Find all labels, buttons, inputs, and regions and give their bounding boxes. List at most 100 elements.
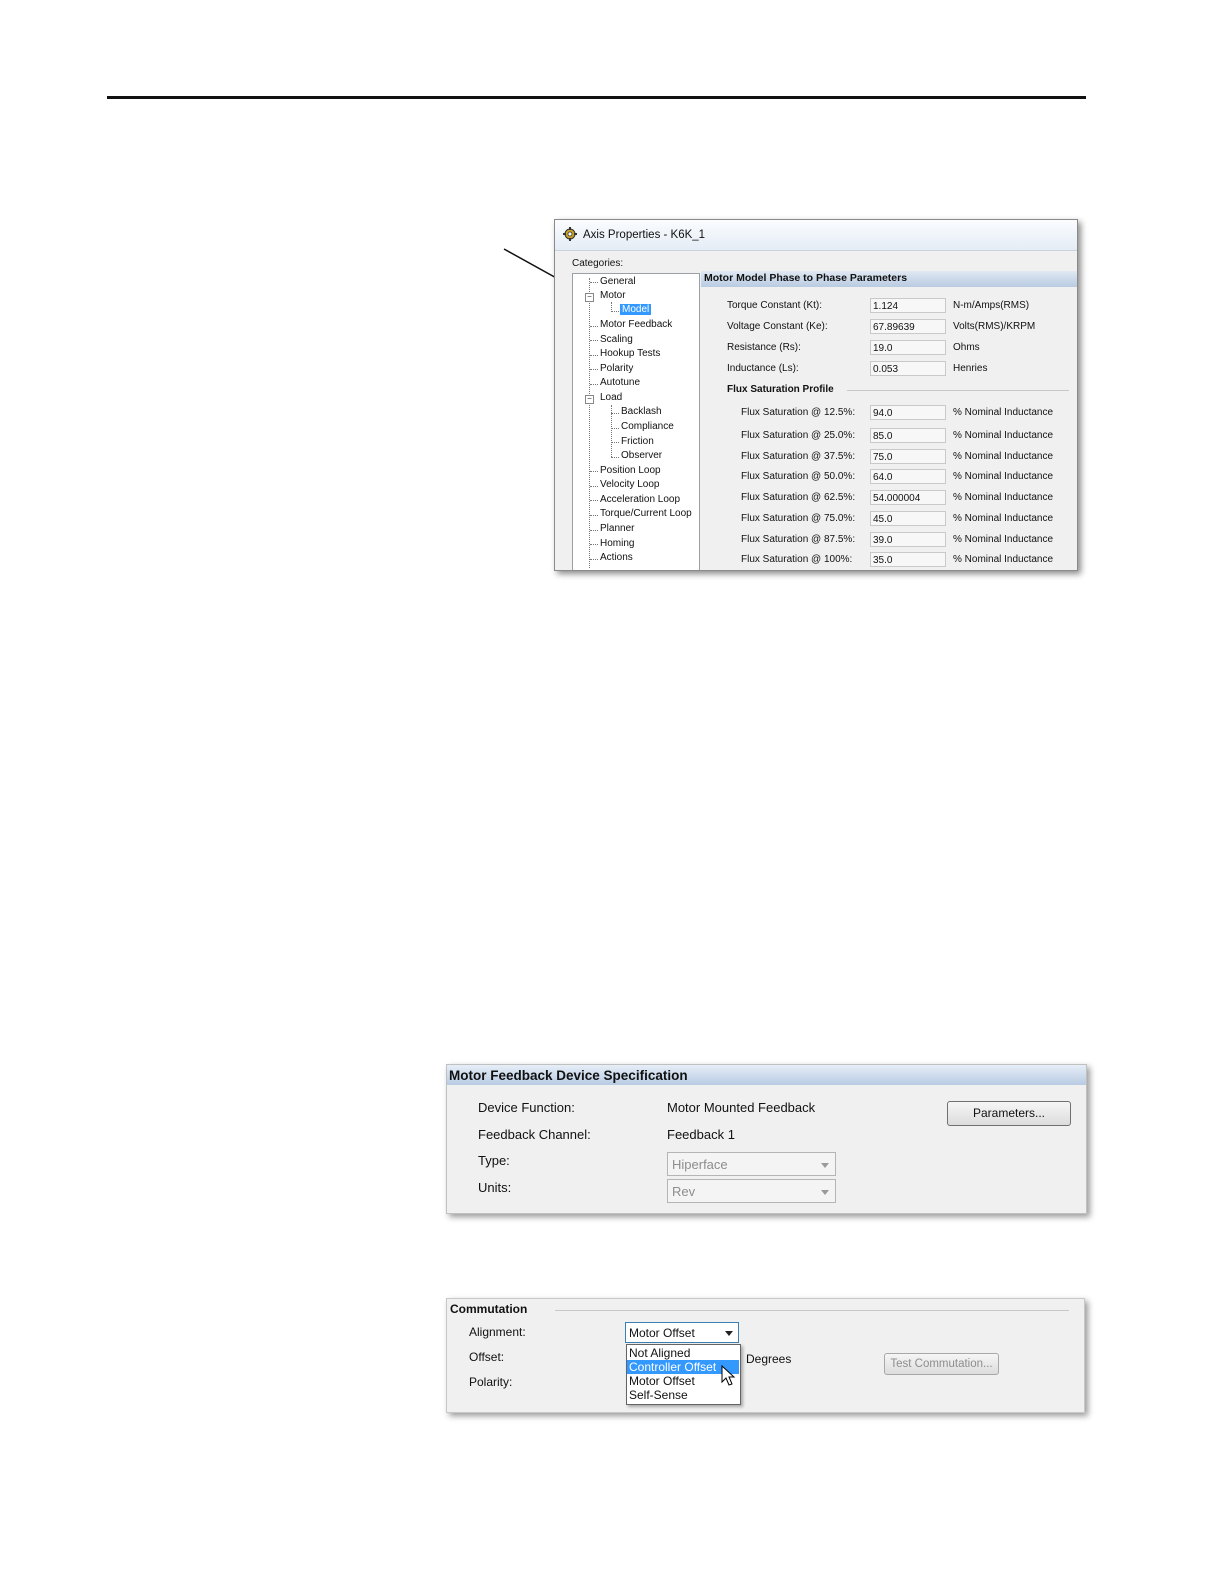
feedback-channel-label: Feedback Channel:	[478, 1127, 591, 1142]
tree-item-general[interactable]: General	[600, 276, 636, 287]
tree-connector	[590, 282, 598, 283]
tree-connector	[590, 355, 598, 356]
flux-field-87[interactable]: 39.0	[870, 532, 946, 547]
flux-label-75: Flux Saturation @ 75.0%:	[741, 513, 856, 524]
motor-feedback-panel: Motor Feedback Device Specification Devi…	[446, 1064, 1087, 1214]
tree-item-hookup-tests[interactable]: Hookup Tests	[600, 348, 660, 359]
inductance-field[interactable]: 0.053	[870, 361, 946, 376]
type-label: Type:	[478, 1153, 510, 1168]
tree-connector	[611, 311, 619, 312]
parameters-button[interactable]: Parameters...	[947, 1101, 1071, 1126]
resistance-unit: Ohms	[953, 342, 980, 353]
tree-item-acceleration-loop[interactable]: Acceleration Loop	[600, 494, 680, 505]
tree-connector	[611, 302, 612, 310]
collapse-icon[interactable]: −	[585, 293, 594, 302]
polarity-label: Polarity:	[469, 1375, 513, 1389]
tree-item-autotune[interactable]: Autotune	[600, 377, 640, 388]
flux-unit: % Nominal Inductance	[953, 513, 1054, 524]
flux-unit: % Nominal Inductance	[953, 534, 1054, 545]
flux-label-87: Flux Saturation @ 87.5%:	[741, 534, 856, 545]
tree-item-load[interactable]: Load	[600, 392, 622, 403]
tree-item-model[interactable]: Model	[620, 304, 652, 315]
units-select[interactable]: Rev	[667, 1179, 836, 1203]
tree-connector	[590, 515, 598, 516]
torque-constant-unit: N-m/Amps(RMS)	[953, 300, 1030, 311]
category-tree[interactable]: General − Motor Model Motor Feedback Sca…	[572, 273, 700, 570]
group-divider	[555, 1310, 1069, 1311]
tree-item-motor[interactable]: Motor	[600, 290, 626, 301]
window-title: Axis Properties - K6K_1	[583, 229, 706, 241]
tree-item-observer[interactable]: Observer	[621, 450, 662, 461]
tree-item-torque-current-loop[interactable]: Torque/Current Loop	[600, 508, 692, 519]
resistance-field[interactable]: 19.0	[870, 340, 946, 355]
collapse-icon[interactable]: −	[585, 395, 594, 404]
alignment-select[interactable]: Motor Offset	[625, 1322, 739, 1343]
device-function-label: Device Function:	[478, 1100, 575, 1115]
offset-label: Offset:	[469, 1350, 505, 1364]
flux-field-37[interactable]: 75.0	[870, 449, 946, 464]
panel-title: Motor Model Phase to Phase Parameters	[704, 272, 908, 284]
option-not-aligned[interactable]: Not Aligned	[627, 1346, 739, 1360]
group-divider	[847, 390, 1069, 391]
tree-connector	[590, 544, 598, 545]
test-commutation-button[interactable]: Test Commutation...	[884, 1353, 999, 1375]
units-label: Units:	[478, 1180, 512, 1195]
type-select[interactable]: Hiperface	[667, 1152, 836, 1176]
resistance-label: Resistance (Rs):	[727, 342, 801, 353]
chevron-down-icon	[821, 1190, 829, 1195]
flux-label-12: Flux Saturation @ 12.5%:	[741, 407, 856, 418]
feedback-panel-title: Motor Feedback Device Specification	[449, 1068, 688, 1083]
flux-group-title: Flux Saturation Profile	[727, 384, 834, 395]
chevron-down-icon	[821, 1163, 829, 1168]
flux-unit: % Nominal Inductance	[953, 554, 1054, 565]
tree-item-actions[interactable]: Actions	[600, 552, 633, 563]
tree-item-compliance[interactable]: Compliance	[621, 421, 674, 432]
tree-connector	[611, 457, 619, 458]
axis-properties-window: Axis Properties - K6K_1 Categories: Gene…	[554, 219, 1078, 571]
inductance-label: Inductance (Ls):	[727, 363, 799, 374]
tree-connector	[589, 278, 590, 568]
feedback-channel-value: Feedback 1	[667, 1127, 735, 1142]
flux-unit: % Nominal Inductance	[953, 492, 1054, 503]
flux-field-75[interactable]: 45.0	[870, 511, 946, 526]
flux-field-100[interactable]: 35.0	[870, 552, 946, 567]
option-self-sense[interactable]: Self-Sense	[627, 1388, 739, 1402]
flux-field-50[interactable]: 64.0	[870, 469, 946, 484]
tree-item-position-loop[interactable]: Position Loop	[600, 465, 661, 476]
tree-connector	[590, 559, 598, 560]
inductance-unit: Henries	[953, 363, 988, 374]
commutation-title: Commutation	[450, 1302, 528, 1316]
flux-field-12[interactable]: 94.0	[870, 405, 946, 420]
tree-connector	[590, 326, 598, 327]
tree-item-motor-feedback[interactable]: Motor Feedback	[600, 319, 672, 330]
tree-item-homing[interactable]: Homing	[600, 538, 634, 549]
panel-header: Motor Model Phase to Phase Parameters	[701, 271, 1077, 287]
voltage-constant-label: Voltage Constant (Ke):	[727, 321, 828, 332]
window-title-bar: Axis Properties - K6K_1	[555, 220, 1077, 251]
flux-label-25: Flux Saturation @ 25.0%:	[741, 430, 856, 441]
tree-item-scaling[interactable]: Scaling	[600, 334, 633, 345]
flux-label-100: Flux Saturation @ 100%:	[741, 554, 853, 565]
flux-label-37: Flux Saturation @ 37.5%:	[741, 451, 856, 462]
units-select-value: Rev	[672, 1184, 696, 1199]
tree-item-polarity[interactable]: Polarity	[600, 363, 633, 374]
tree-item-friction[interactable]: Friction	[621, 436, 654, 447]
tree-connector	[611, 428, 619, 429]
tree-item-velocity-loop[interactable]: Velocity Loop	[600, 479, 660, 490]
tree-connector	[590, 530, 598, 531]
torque-constant-field[interactable]: 1.124	[870, 298, 946, 313]
tree-connector	[590, 471, 598, 472]
flux-field-62[interactable]: 54.000004	[870, 490, 946, 505]
alignment-label: Alignment:	[469, 1325, 526, 1339]
flux-field-25[interactable]: 85.0	[870, 428, 946, 443]
tree-item-planner[interactable]: Planner	[600, 523, 634, 534]
commutation-panel: Commutation Alignment: Motor Offset Offs…	[446, 1298, 1085, 1413]
flux-unit: % Nominal Inductance	[953, 407, 1054, 418]
tree-item-backlash[interactable]: Backlash	[621, 406, 662, 417]
alignment-select-value: Motor Offset	[629, 1326, 695, 1340]
voltage-constant-field[interactable]: 67.89639	[870, 319, 946, 334]
tree-connector	[590, 369, 598, 370]
type-select-value: Hiperface	[672, 1157, 728, 1172]
tree-connector	[590, 500, 598, 501]
tree-connector	[590, 486, 598, 487]
